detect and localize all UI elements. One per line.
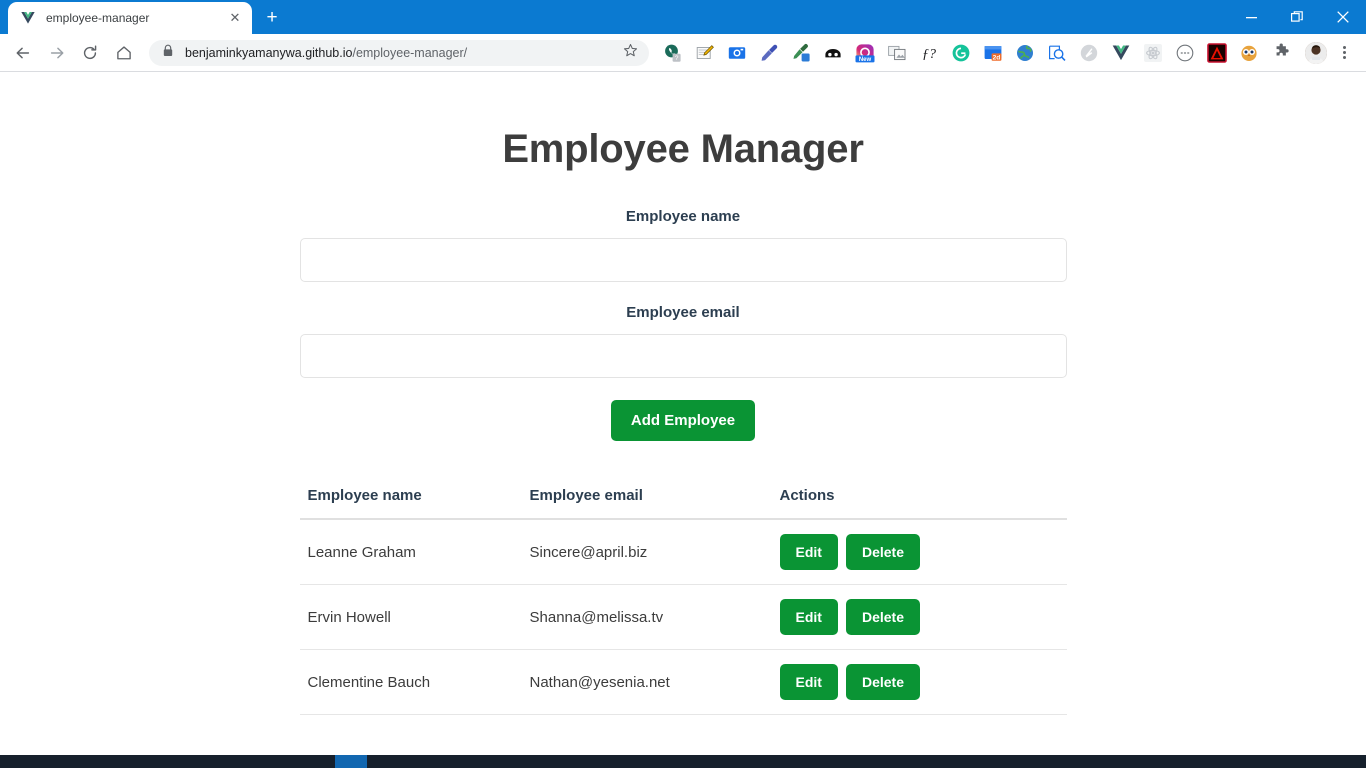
svg-text:?: ?	[675, 55, 679, 62]
vue-devtools-icon[interactable]	[1111, 43, 1131, 63]
page-inspect-icon[interactable]	[1047, 43, 1067, 63]
adobe-acrobat-icon[interactable]	[1207, 42, 1227, 63]
page-title: Employee Manager	[502, 127, 864, 171]
reload-button[interactable]	[77, 38, 105, 68]
svg-text:New: New	[859, 57, 872, 63]
delete-employee-button[interactable]: Delete	[845, 534, 920, 570]
os-taskbar[interactable]	[0, 755, 1366, 768]
back-button[interactable]	[9, 38, 37, 68]
edit-employee-button[interactable]: Edit	[779, 664, 838, 700]
home-button[interactable]	[110, 38, 138, 68]
cell-employee-email: Nathan@yesenia.net	[521, 649, 772, 715]
2d-design-icon[interactable]: 2d	[983, 43, 1003, 63]
cell-actions: Edit Delete	[771, 519, 1067, 585]
screenshot-camera-icon[interactable]	[727, 43, 747, 63]
employee-email-input[interactable]	[299, 334, 1067, 378]
delete-employee-button[interactable]: Delete	[845, 664, 920, 700]
menu-dot-2	[1342, 51, 1346, 54]
menu-dot-1	[1342, 46, 1346, 49]
window-capture-icon[interactable]	[887, 43, 907, 63]
fonts-ninja-icon[interactable]: ƒ?	[919, 43, 939, 63]
delete-employee-button[interactable]: Delete	[845, 599, 920, 635]
edit-employee-button[interactable]: Edit	[779, 599, 838, 635]
cell-employee-name: Leanne Graham	[299, 519, 522, 585]
notes-pencil-icon[interactable]	[695, 43, 715, 63]
taskbar-active-window-item[interactable]	[335, 755, 367, 768]
column-header-name: Employee name	[299, 487, 522, 520]
extensions-puzzle-icon[interactable]	[1271, 43, 1291, 63]
table-row: Clementine Bauch Nathan@yesenia.net Edit De…	[299, 649, 1067, 715]
owl-extension-icon[interactable]	[1239, 43, 1259, 63]
employee-manager-app: Employee Manager Employee name Employee …	[0, 73, 1366, 715]
browser-tab-employee-manager[interactable]: employee-manager ✕	[8, 2, 252, 34]
forward-button[interactable]	[43, 38, 71, 68]
extension-icon-bar: ? New ƒ? 2d	[655, 34, 1360, 72]
grammarly-icon[interactable]	[951, 43, 971, 63]
browser-toolbar: benjaminkyamanywa.github.io/employee-man…	[0, 34, 1366, 72]
url-path: /employee-manager/	[352, 45, 468, 60]
address-bar[interactable]: benjaminkyamanywa.github.io/employee-man…	[149, 39, 649, 66]
cell-employee-name: Ervin Howell	[299, 584, 522, 650]
tab-title: employee-manager	[46, 11, 150, 25]
table-header-row: Employee name Employee email Actions	[299, 487, 1067, 520]
employee-name-input[interactable]	[299, 238, 1067, 282]
minimize-button[interactable]	[1228, 0, 1274, 34]
table-row: Leanne Graham Sincere@april.biz Edit Delete	[299, 519, 1067, 585]
edit-employee-button[interactable]: Edit	[779, 534, 838, 570]
menu-dot-3	[1342, 56, 1346, 59]
maximize-restore-button[interactable]	[1274, 0, 1320, 34]
column-header-email: Employee email	[521, 487, 772, 520]
chrome-menu-icon[interactable]	[1332, 39, 1356, 67]
table-row: Ervin Howell Shanna@melissa.tv Edit Delete	[299, 584, 1067, 650]
bookmark-star-icon[interactable]	[623, 43, 639, 63]
cell-employee-name: Clementine Bauch	[299, 649, 522, 715]
dark-reader-icon[interactable]	[823, 43, 843, 63]
close-window-button[interactable]	[1320, 0, 1366, 34]
page-viewport: Employee Manager Employee name Employee …	[0, 73, 1366, 755]
address-bar-url: benjaminkyamanywa.github.io/employee-man…	[185, 46, 617, 60]
url-host: benjaminkyamanywa.github.io	[185, 45, 353, 60]
react-devtools-icon[interactable]	[1143, 43, 1163, 63]
tab-strip: employee-manager ✕ +	[0, 0, 1366, 34]
browser-window: employee-manager ✕ + benjaminkyamanywa.g…	[0, 0, 1366, 768]
svg-text:ƒ?: ƒ?	[922, 47, 936, 62]
color-picker-icon[interactable]	[759, 43, 779, 63]
cell-employee-email: Sincere@april.biz	[521, 519, 772, 585]
table-head: Employee name Employee email Actions	[299, 487, 1067, 520]
profile-avatar[interactable]	[1305, 41, 1327, 64]
employee-email-label: Employee email	[626, 304, 740, 321]
ghostery-icon[interactable]	[1079, 43, 1099, 63]
table-body: Leanne Graham Sincere@april.biz Edit Delete…	[299, 519, 1067, 715]
add-employee-button[interactable]: Add Employee	[610, 400, 756, 441]
cell-employee-email: Shanna@melissa.tv	[521, 584, 772, 650]
cell-actions: Edit Delete	[771, 649, 1067, 715]
instagram-new-icon[interactable]: New	[855, 43, 875, 63]
eyedropper-blue-icon[interactable]	[791, 43, 811, 63]
cell-actions: Edit Delete	[771, 584, 1067, 650]
column-header-actions: Actions	[771, 487, 1067, 520]
whatsapp-help-icon[interactable]: ?	[663, 43, 683, 63]
svg-text:2d: 2d	[993, 54, 1001, 61]
vue-logo-icon	[20, 10, 36, 26]
globe-translate-icon[interactable]	[1015, 43, 1035, 63]
new-tab-button[interactable]: +	[258, 3, 286, 31]
window-controls	[1228, 0, 1366, 34]
employee-table: Employee name Employee email Actions Lea…	[299, 487, 1067, 715]
circle-dashes-icon[interactable]	[1175, 43, 1195, 63]
padlock-icon	[162, 44, 174, 62]
close-icon[interactable]: ✕	[226, 9, 244, 27]
employee-name-label: Employee name	[625, 208, 741, 225]
